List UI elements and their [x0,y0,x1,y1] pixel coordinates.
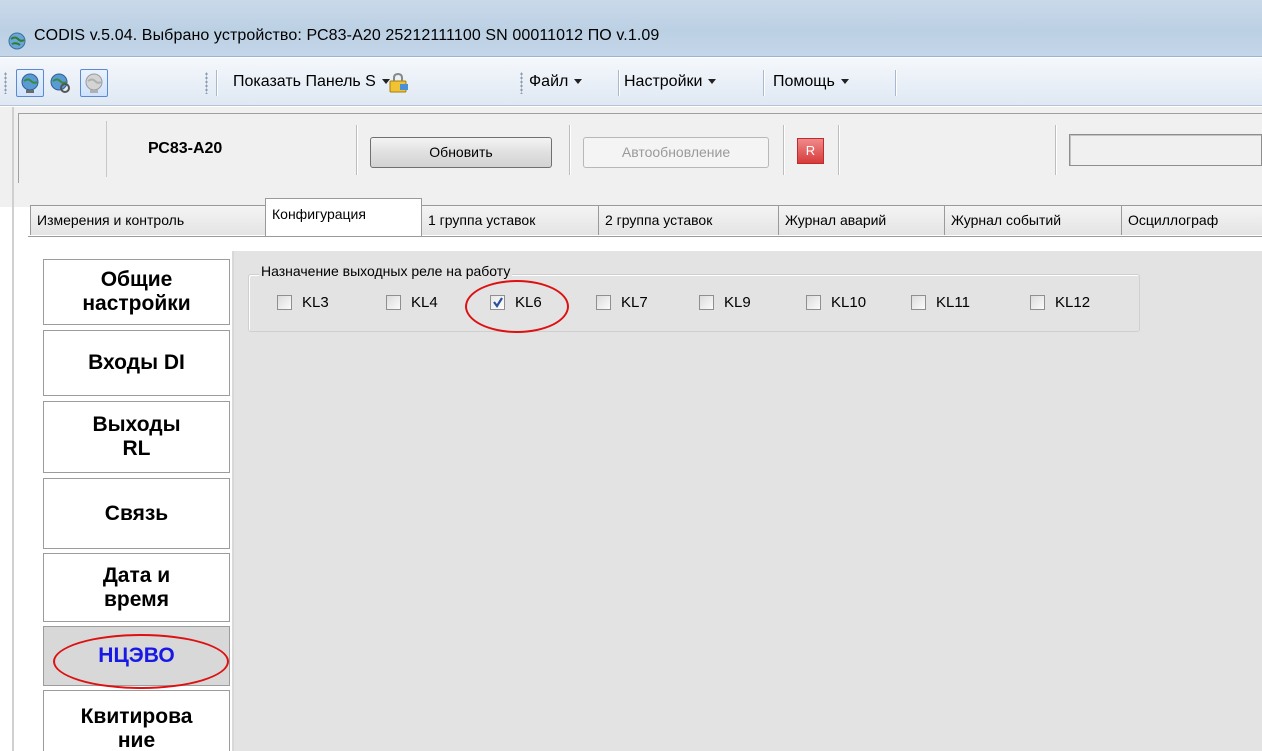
tab-setpoint-group-2[interactable]: 2 группа уставок [598,205,779,235]
globe-connect-icon [21,73,39,93]
divider [783,125,784,175]
checkbox-box[interactable] [596,295,611,310]
checkbox-box[interactable] [806,295,821,310]
relay-checkbox-kl3[interactable]: KL3 [277,294,329,311]
chevron-down-icon [708,79,717,85]
title-bar: CODIS v.5.04. Выбрано устройство: РС83-А… [0,0,1262,57]
tab-measurements[interactable]: Измерения и контроль [30,205,266,235]
relay-label: KL4 [411,294,438,311]
relay-group-title: Назначение выходных реле на работу [259,263,513,279]
divider [106,121,107,177]
sidebar-item-communication[interactable]: Связь [43,478,230,549]
tab-setpoint-group-1[interactable]: 1 группа уставок [421,205,599,235]
relay-checkbox-kl4[interactable]: KL4 [386,294,438,311]
relay-label: KL6 [515,294,542,311]
divider [569,125,570,175]
relay-label: KL9 [724,294,751,311]
toolbar-grip[interactable] [520,72,523,94]
lock-icon[interactable] [388,73,410,93]
help-menu-label: Помощь [773,73,835,90]
help-menu[interactable]: Помощь [773,73,849,91]
toolbar: Показать Панель S Файл Настройки Помощь [0,58,1262,106]
toolbar-separator [618,70,619,96]
checkbox-box[interactable] [277,295,292,310]
search-device-button[interactable] [46,69,74,97]
checkbox-box[interactable] [1030,295,1045,310]
relay-label: KL3 [302,294,329,311]
relay-checkbox-kl12[interactable]: KL12 [1030,294,1090,311]
status-indicator: R [797,138,824,164]
relay-assignment-group [248,274,1140,332]
sidebar-item-label: Входы DI [88,351,185,374]
relay-label: KL12 [1055,294,1091,311]
chevron-down-icon [574,79,583,85]
check-icon [493,297,503,308]
checkbox-box[interactable] [490,295,505,310]
sidebar-item-general-settings[interactable]: Общие настройки [43,259,230,325]
tab-event-log[interactable]: Журнал событий [944,205,1122,235]
toolbar-separator [216,70,217,96]
globe-search-icon [50,73,70,93]
refresh-button[interactable]: Обновить [370,137,552,168]
divider [838,125,839,175]
sidebar-item-acknowledgement[interactable]: Квитирова ние [43,690,230,751]
sidebar-item-ntsevo[interactable]: НЦЭВО [43,626,230,686]
divider [1055,125,1056,175]
disconnect-button[interactable] [80,69,108,97]
sidebar-item-label: Общие настройки [82,268,191,315]
app-globe-icon [8,32,26,50]
sidebar-item-label: НЦЭВО [98,644,175,667]
relay-checkbox-kl10[interactable]: KL10 [806,294,866,311]
relay-checkbox-kl11[interactable]: KL11 [911,294,970,311]
chevron-down-icon [840,79,849,85]
settings-menu-label: Настройки [624,73,703,90]
tab-configuration[interactable]: Конфигурация [265,198,422,236]
file-menu[interactable]: Файл [529,73,583,91]
status-field [1069,134,1262,166]
checkbox-box[interactable] [699,295,714,310]
show-panel-label: Показать Панель S [233,73,376,90]
sidebar-item-inputs-di[interactable]: Входы DI [43,330,230,396]
tab-fault-log[interactable]: Журнал аварий [778,205,945,235]
sidebar-item-label: Выходы RL [92,413,181,460]
tab-bar: Измерения и контроль Конфигурация 1 груп… [0,198,1262,236]
auto-refresh-button[interactable]: Автообновление [583,137,769,168]
relay-label: KL7 [621,294,648,311]
sidebar-item-date-time[interactable]: Дата и время [43,553,230,622]
sidebar-item-outputs-rl[interactable]: Выходы RL [43,401,230,473]
relay-checkbox-kl6[interactable]: KL6 [490,294,542,311]
relay-checkbox-kl9[interactable]: KL9 [699,294,751,311]
relay-label: KL10 [831,294,867,311]
connect-button[interactable] [16,69,44,97]
globe-disabled-icon [85,73,103,93]
show-panel-menu[interactable]: Показать Панель S [233,73,390,91]
relay-checkbox-kl7[interactable]: KL7 [596,294,648,311]
relay-label: KL11 [936,294,970,311]
toolbar-grip[interactable] [4,72,7,94]
window-title: CODIS v.5.04. Выбрано устройство: РС83-А… [34,27,660,44]
device-name: РС83-А20 [148,140,223,157]
sidebar-item-label: Дата и время [102,563,171,611]
toolbar-grip[interactable] [205,72,208,94]
file-menu-label: Файл [529,73,569,90]
tab-oscillograph[interactable]: Осциллограф [1121,205,1262,235]
checkbox-box[interactable] [911,295,926,310]
sidebar-item-label: Квитирова ние [80,705,193,751]
toolbar-separator [895,70,896,96]
settings-menu[interactable]: Настройки [624,73,717,91]
checkbox-box[interactable] [386,295,401,310]
sidebar-item-label: Связь [104,501,169,525]
toolbar-separator [763,70,764,96]
divider [356,125,357,175]
